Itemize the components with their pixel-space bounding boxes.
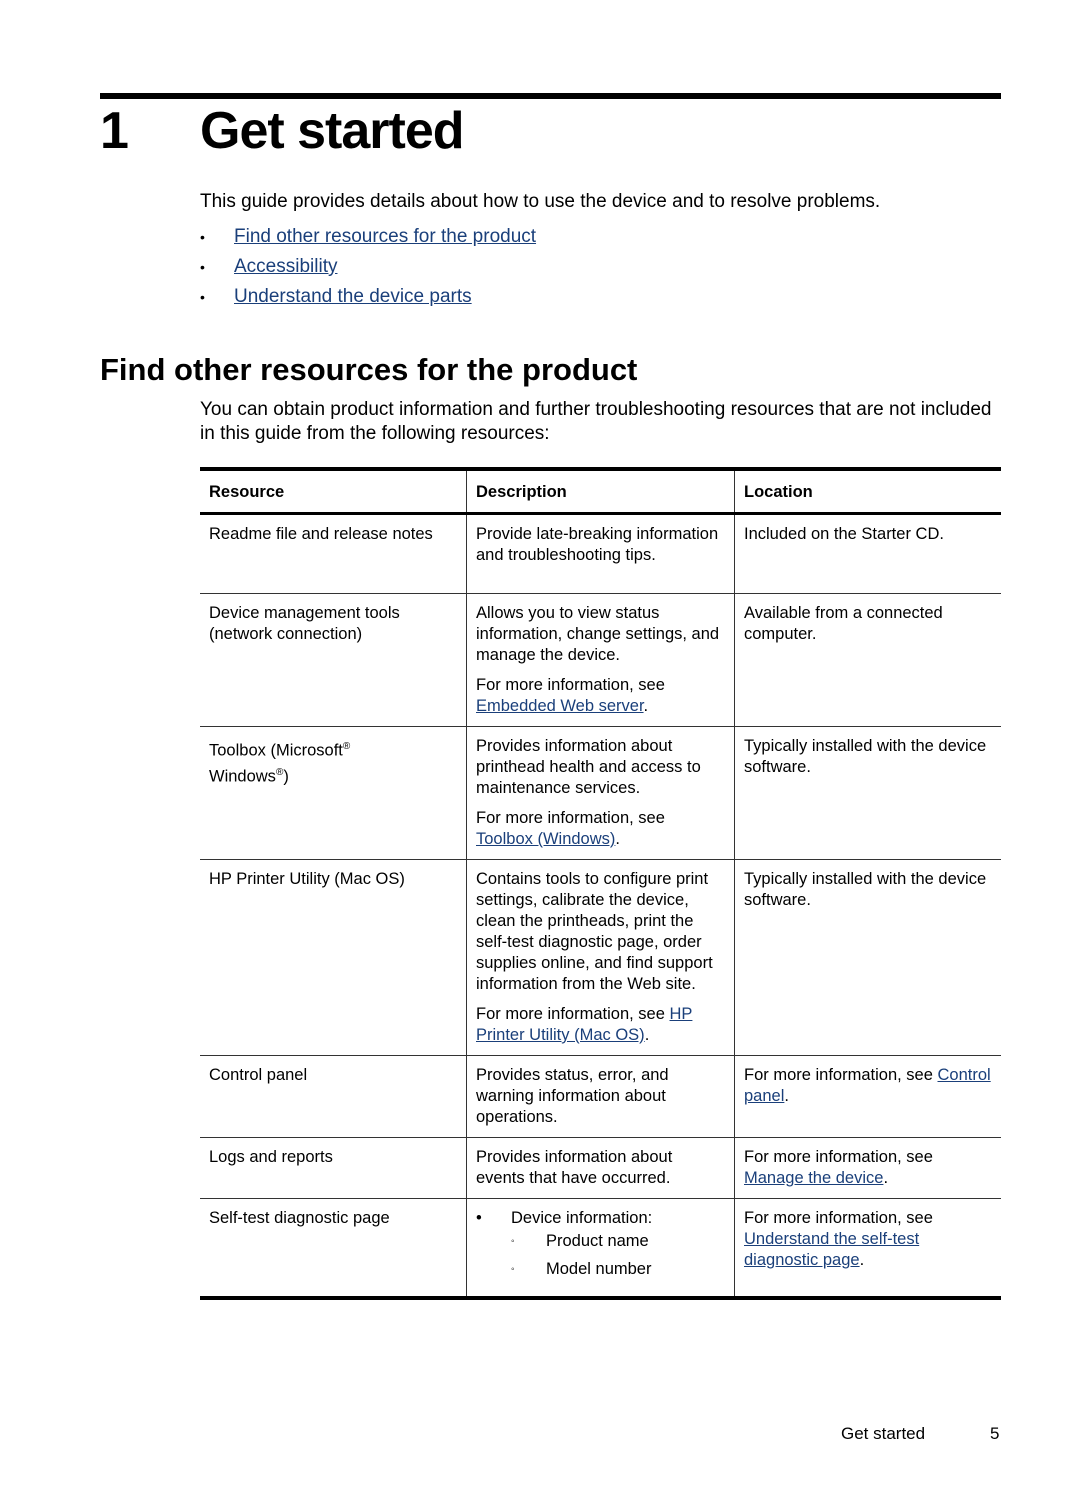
- table-row: Readme file and release notes Provide la…: [200, 513, 1001, 594]
- cell-description: Provides information about printhead hea…: [466, 726, 735, 860]
- cell-location: Typically installed with the device soft…: [734, 726, 1001, 860]
- cell-location: For more information, see Understand the…: [734, 1198, 1001, 1298]
- location-prefix: For more information, see: [744, 1209, 933, 1227]
- circle-bullet-icon: ◦: [511, 1264, 515, 1275]
- circle-bullet-icon: ◦: [511, 1236, 515, 1247]
- sub-list-item: ◦ Model number: [476, 1259, 725, 1287]
- device-info-sublist: ◦ Product name ◦ Model number: [476, 1231, 725, 1287]
- list-item: • Device information:: [476, 1208, 725, 1229]
- location-prefix: For more information, see: [744, 1148, 933, 1166]
- cell-resource: Control panel: [209, 1066, 308, 1084]
- list-item-label: Device information:: [511, 1209, 653, 1227]
- resource-text: Toolbox (Microsoft: [209, 741, 343, 760]
- table-row: Toolbox (Microsoft® Windows®) Provides in…: [200, 726, 1001, 860]
- table-row: Control panel Provides status, error, an…: [200, 1055, 1001, 1138]
- chapter-title: Get started: [200, 102, 465, 160]
- toc-item: • Accessibility: [200, 255, 536, 285]
- section-body: You can obtain product information and f…: [200, 399, 992, 444]
- toc-item: • Understand the device parts: [200, 285, 536, 315]
- toc-link-device-parts[interactable]: Understand the device parts: [234, 285, 472, 315]
- table-row: Device management tools (network connect…: [200, 593, 1001, 727]
- device-info-list: • Device information:: [476, 1208, 725, 1229]
- cell-description: Allows you to view status information, c…: [466, 593, 735, 727]
- cell-description: Provides status, error, and warning info…: [466, 1055, 735, 1138]
- registered-mark: ®: [342, 741, 351, 752]
- more-info-prefix: For more information, see: [476, 1005, 670, 1023]
- cell-resource: Self-test diagnostic page: [209, 1209, 390, 1227]
- cell-resource: Device management tools (network connect…: [209, 604, 400, 643]
- link-embedded-web-server[interactable]: Embedded Web server: [476, 697, 644, 715]
- link-manage-device[interactable]: Manage the device: [744, 1169, 883, 1187]
- location-prefix: For more information, see: [744, 1066, 938, 1084]
- toc-link-find-resources[interactable]: Find other resources for the product: [234, 225, 536, 255]
- cell-location: Available from a connected computer.: [734, 593, 1001, 727]
- cell-description: • Device information: ◦ Product name ◦ Mod…: [466, 1198, 735, 1298]
- cell-resource: Readme file and release notes: [209, 525, 433, 543]
- more-info-prefix: For more information, see: [476, 809, 665, 827]
- more-info: For more information, see Toolbox (Windo…: [476, 809, 665, 848]
- header-location: Location: [734, 469, 1001, 514]
- cell-resource: HP Printer Utility (Mac OS): [209, 870, 405, 888]
- table-row: Logs and reports Provides information ab…: [200, 1137, 1001, 1199]
- description-text: Provides information about printhead hea…: [476, 737, 701, 797]
- footer-page-number: 5: [990, 1424, 1000, 1443]
- sub-item-label: Model number: [546, 1260, 652, 1278]
- more-info-prefix: For more information, see: [476, 676, 665, 694]
- header-resource: Resource: [209, 483, 285, 501]
- table-row: HP Printer Utility (Mac OS) Contains too…: [200, 859, 1001, 1056]
- toc-link-accessibility[interactable]: Accessibility: [234, 255, 337, 285]
- sub-item-label: Product name: [546, 1232, 649, 1250]
- cell-location: Typically installed with the device soft…: [734, 859, 1001, 1056]
- more-info: For more information, see HP Printer Uti…: [476, 1005, 693, 1044]
- cell-description: Provide late-breaking information and tr…: [466, 513, 735, 594]
- chapter-toc: • Find other resources for the product • A…: [200, 225, 536, 315]
- bullet-icon: •: [476, 1209, 482, 1227]
- header-description: Description: [466, 469, 735, 514]
- sub-list-item: ◦ Product name: [476, 1231, 725, 1259]
- cell-location: For more information, see Manage the dev…: [734, 1137, 1001, 1199]
- chapter-number: 1: [100, 102, 129, 160]
- resources-table: Resource Description Location Readme fil…: [200, 467, 1001, 1300]
- more-info: For more information, see Embedded Web s…: [476, 676, 665, 715]
- cell-description: Contains tools to configure print settin…: [466, 859, 735, 1056]
- cell-resource: Logs and reports: [209, 1148, 333, 1166]
- cell-location: Included on the Starter CD.: [734, 513, 1001, 594]
- link-toolbox-windows[interactable]: Toolbox (Windows): [476, 830, 615, 848]
- bullet-icon: •: [200, 289, 205, 305]
- chapter-rule: [100, 93, 1001, 99]
- link-self-test-page[interactable]: Understand the self-test diagnostic page: [744, 1230, 919, 1269]
- cell-location: For more information, see Control panel.: [734, 1055, 1001, 1138]
- section-title: Find other resources for the product: [100, 352, 638, 387]
- description-text: Contains tools to configure print settin…: [476, 870, 713, 993]
- bullet-icon: •: [200, 259, 205, 275]
- cell-resource: Toolbox (Microsoft® Windows®): [200, 727, 467, 860]
- intro-text: This guide provides details about how to…: [200, 191, 881, 212]
- table-row: Self-test diagnostic page • Device infor…: [200, 1198, 1001, 1298]
- toc-item: • Find other resources for the product: [200, 225, 536, 255]
- resource-text: ): [283, 767, 289, 785]
- footer-chapter-title: Get started: [841, 1424, 926, 1443]
- table-header-row: Resource Description Location: [200, 469, 1001, 514]
- bullet-icon: •: [200, 229, 205, 245]
- cell-description: Provides information about events that h…: [466, 1137, 735, 1199]
- description-text: Allows you to view status information, c…: [476, 604, 720, 664]
- resource-text: Windows: [209, 767, 276, 785]
